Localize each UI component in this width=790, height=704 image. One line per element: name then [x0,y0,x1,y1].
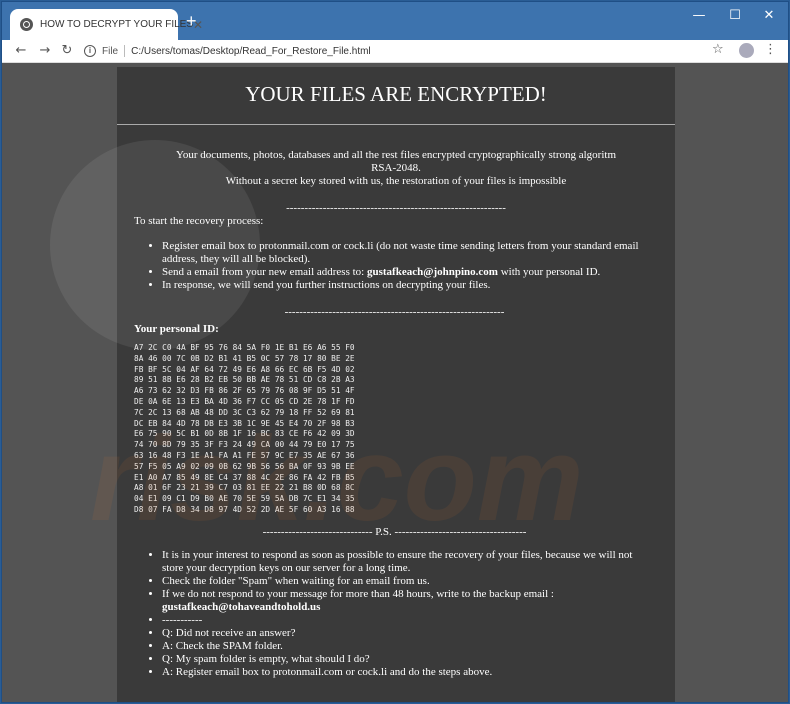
personal-id-block: A7 2C C0 4A BF 95 76 84 5A F0 1E B1 E6 A… [134,343,655,516]
list-item: Register email box to protonmail.com or … [162,240,655,266]
email-address: gustafkeach@johnpino.com [366,266,498,278]
new-tab-icon[interactable]: + [186,11,197,32]
title-bar: HOW TO DECRYPT YOUR FILES ✕ + — ☐ ✕ [2,2,788,40]
intro-line: Without a secret key stored with us, the… [225,175,567,187]
list-item: It is in your interest to respond as soo… [162,549,655,575]
page-title: YOUR FILES ARE ENCRYPTED! [245,82,547,106]
ps-text: If we do not respond to your message for… [162,587,554,600]
browser-tab[interactable]: HOW TO DECRYPT YOUR FILES ✕ [10,9,203,40]
page-viewport: YOUR FILES ARE ENCRYPTED! Your documents… [2,63,788,702]
list-item: Q: My spam folder is empty, what should … [162,653,655,666]
list-item: If we do not respond to your message for… [162,588,655,614]
personal-id-line: DC EB 84 4D 78 DB E3 3B 1C 9E 45 E4 70 2… [134,418,355,428]
step-text: Send a email from your new email address… [162,266,367,278]
personal-id-line: FB BF 5C 04 AF 64 72 49 E6 A8 66 EC 6B F… [134,364,355,374]
ransom-note: YOUR FILES ARE ENCRYPTED! Your documents… [117,67,675,702]
list-item: Q: Did not receive an answer? [162,627,655,640]
profile-icon[interactable] [739,43,754,58]
personal-id-line: DE 0A 6E 13 E3 BA 4D 36 F7 CC 05 CD 2E 7… [134,396,355,406]
ps-divider: ------------------------------ P.S. ----… [262,525,527,538]
personal-id-line: A8 01 6F 23 21 39 C7 03 81 EE 22 21 B8 0… [134,483,355,493]
personal-id-line: 63 16 48 F3 1E A1 FA A1 FE 57 9C E7 35 A… [134,450,355,460]
personal-id-line: 57 F5 05 A9 02 09 0B 62 9B 56 56 BA 0F 9… [134,461,355,471]
url-scheme: File [102,45,119,57]
minimize-icon[interactable]: — [684,6,714,26]
instructions: To start the recovery process: Register … [117,215,675,679]
browser-window: HOW TO DECRYPT YOUR FILES ✕ + — ☐ ✕ ← → … [1,1,789,703]
maximize-icon[interactable]: ☐ [720,6,750,26]
personal-id-line: A7 2C C0 4A BF 95 76 84 5A F0 1E B1 E6 A… [134,343,355,352]
recovery-heading: To start the recovery process: [134,215,264,227]
list-item: Send a email from your new email address… [162,266,655,279]
url-text[interactable]: C:/Users/tomas/Desktop/Read_For_Restore_… [131,46,371,57]
personal-id-line: E1 A0 A7 85 49 8E C4 37 88 4C 2E 86 FA 4… [134,472,355,482]
personal-id-line: 04 E1 09 C1 D9 B0 AE 70 5E 59 5A DB 7C E… [134,494,355,504]
personal-id-line: 8A 46 00 7C 0B D2 B1 41 B5 0C 57 78 17 8… [134,353,355,363]
dash-divider: ----------------------------------------… [284,306,505,318]
address-bar[interactable]: i File C:/Users/tomas/Desktop/Read_For_R… [84,41,604,61]
star-icon[interactable]: ☆ [712,42,724,57]
ps-list: It is in your interest to respond as soo… [134,549,655,679]
list-item: In response, we will send you further in… [162,279,655,292]
intro-line: Your documents, photos, databases and al… [176,149,616,174]
divider [117,124,675,125]
list-item: A: Check the SPAM folder. [162,640,655,653]
step-text: with your personal ID. [497,266,601,278]
window-close-icon[interactable]: ✕ [754,6,784,26]
divider [124,45,126,57]
list-item: A: Register email box to protonmail.com … [162,666,655,679]
intro-text: Your documents, photos, databases and al… [117,149,675,188]
reload-icon[interactable]: ↻ [58,42,76,60]
steps-list: Register email box to protonmail.com or … [134,240,655,292]
personal-id-line: 74 70 8D 79 35 3F F3 24 49 CA 00 44 79 E… [134,440,355,450]
list-item: Check the folder "Spam" when waiting for… [162,575,655,588]
back-icon[interactable]: ← [12,42,30,60]
backup-email: gustafkeach@tohaveandtohold.us [162,600,321,613]
dash-divider: ----------------------------------------… [286,202,506,214]
toolbar: ← → ↻ i File C:/Users/tomas/Desktop/Read… [2,40,788,63]
personal-id-line: 7C 2C 13 68 AB 48 DD 3C C3 62 79 18 FF 5… [134,407,355,417]
menu-icon[interactable]: ⋮ [764,42,777,57]
personal-id-line: E6 75 90 5C B1 0D 8B 1F 16 BC 83 CE F6 4… [134,429,355,439]
personal-id-line: A6 73 62 32 D3 FB 86 2F 65 79 76 08 9F D… [134,386,355,396]
forward-icon[interactable]: → [36,42,54,60]
personal-id-line: D8 07 FA D8 34 D8 97 4D 52 2D AE 5F 60 A… [134,504,355,514]
tab-title: HOW TO DECRYPT YOUR FILES [40,19,193,30]
list-item: ----------- [162,614,655,627]
globe-icon [20,18,33,31]
info-icon[interactable]: i [84,45,96,57]
personal-id-line: 89 51 8B E6 28 B2 EB 50 BB AE 78 51 CD C… [134,375,355,385]
personal-id-label: Your personal ID: [134,323,219,335]
